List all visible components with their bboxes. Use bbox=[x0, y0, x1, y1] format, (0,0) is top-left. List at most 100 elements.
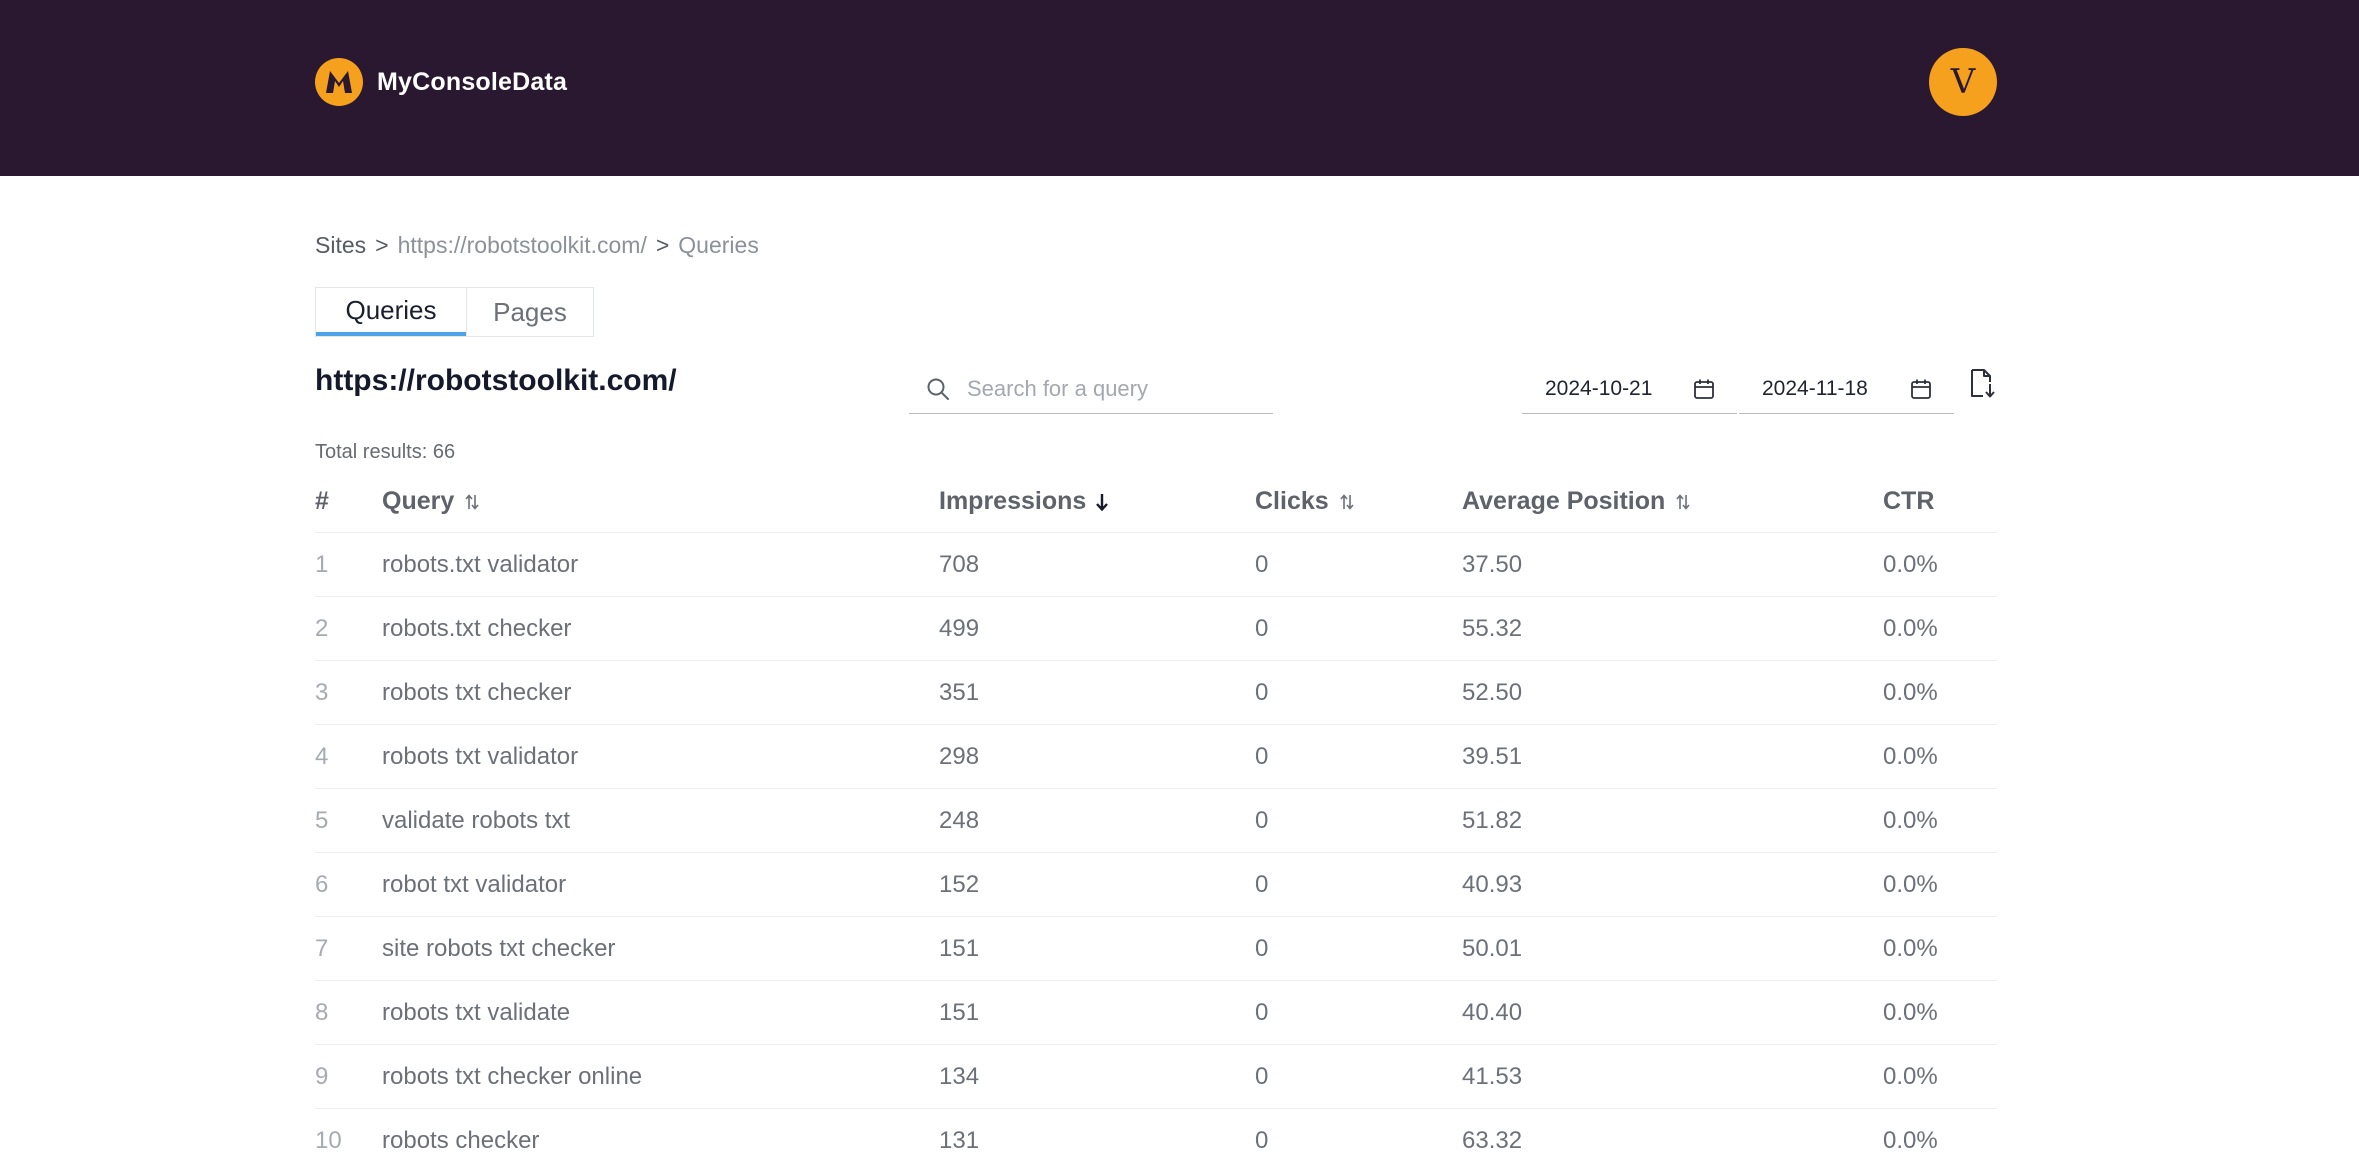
row-clicks: 0 bbox=[1255, 1062, 1269, 1090]
column-header-clicks[interactable]: Clicks bbox=[1255, 471, 1355, 532]
row-query: validate robots txt bbox=[382, 806, 571, 834]
row-number: 5 bbox=[315, 806, 329, 834]
calendar-icon[interactable] bbox=[1910, 378, 1932, 400]
row-number: 10 bbox=[315, 1126, 342, 1154]
row-ctr: 0.0% bbox=[1883, 1062, 1938, 1090]
row-impressions: 351 bbox=[939, 678, 980, 706]
total-results: Total results: 66 bbox=[315, 441, 456, 463]
row-clicks: 0 bbox=[1255, 806, 1269, 834]
tab-queries[interactable]: Queries bbox=[316, 288, 466, 336]
top-bar: MyConsoleData V bbox=[0, 0, 2359, 176]
row-query: robots checker bbox=[382, 1126, 540, 1154]
sort-icon[interactable] bbox=[1675, 493, 1691, 511]
row-ctr: 0.0% bbox=[1883, 1126, 1938, 1154]
row-clicks: 0 bbox=[1255, 678, 1269, 706]
row-number: 6 bbox=[315, 870, 329, 898]
row-impressions: 499 bbox=[939, 614, 980, 642]
column-header-query[interactable]: Query bbox=[382, 471, 480, 532]
breadcrumb-separator: > bbox=[655, 232, 670, 258]
table-row[interactable]: 1 robots.txt validator 708 0 37.50 0.0% bbox=[315, 533, 1997, 597]
breadcrumb: Sites > https://robotstoolkit.com/ > Que… bbox=[315, 232, 759, 259]
row-average-position: 63.32 bbox=[1462, 1126, 1523, 1154]
row-number: 7 bbox=[315, 934, 329, 962]
row-number: 2 bbox=[315, 614, 329, 642]
row-number: 3 bbox=[315, 678, 329, 706]
row-query: robot txt validator bbox=[382, 870, 567, 898]
site-title: https://robotstoolkit.com/ bbox=[315, 364, 677, 397]
view-tabs: Queries Pages bbox=[315, 287, 594, 337]
column-header-impressions[interactable]: Impressions bbox=[939, 471, 1110, 532]
column-header-average-position[interactable]: Average Position bbox=[1462, 471, 1691, 532]
calendar-icon[interactable] bbox=[1693, 378, 1715, 400]
row-clicks: 0 bbox=[1255, 1126, 1269, 1154]
row-ctr: 0.0% bbox=[1883, 998, 1938, 1026]
row-ctr: 0.0% bbox=[1883, 678, 1938, 706]
logo-icon bbox=[315, 58, 363, 106]
table-row[interactable]: 6 robot txt validator 152 0 40.93 0.0% bbox=[315, 853, 1997, 917]
row-clicks: 0 bbox=[1255, 934, 1269, 962]
column-header-average-position-label: Average Position bbox=[1462, 487, 1666, 515]
row-average-position: 40.40 bbox=[1462, 998, 1523, 1026]
row-ctr: 0.0% bbox=[1883, 806, 1938, 834]
logo-m-glyph bbox=[326, 71, 352, 93]
sort-icon[interactable] bbox=[464, 493, 480, 511]
row-query: robots txt checker bbox=[382, 678, 572, 706]
start-date-field[interactable]: 2024-10-21 bbox=[1522, 364, 1737, 414]
table-header: # Query Impressions Clicks Average Posit… bbox=[315, 471, 1997, 533]
row-ctr: 0.0% bbox=[1883, 614, 1938, 642]
column-header-number: # bbox=[315, 487, 329, 515]
user-avatar[interactable]: V bbox=[1929, 48, 1997, 116]
row-impressions: 152 bbox=[939, 870, 980, 898]
row-ctr: 0.0% bbox=[1883, 550, 1938, 578]
table-row[interactable]: 10 robots checker 131 0 63.32 0.0% bbox=[315, 1109, 1997, 1161]
row-number: 4 bbox=[315, 742, 329, 770]
row-clicks: 0 bbox=[1255, 998, 1269, 1026]
row-impressions: 708 bbox=[939, 550, 980, 578]
table-row[interactable]: 7 site robots txt checker 151 0 50.01 0.… bbox=[315, 917, 1997, 981]
sort-descending-icon[interactable] bbox=[1094, 492, 1110, 512]
row-ctr: 0.0% bbox=[1883, 870, 1938, 898]
row-clicks: 0 bbox=[1255, 550, 1269, 578]
table-row[interactable]: 4 robots txt validator 298 0 39.51 0.0% bbox=[315, 725, 1997, 789]
table-row[interactable]: 8 robots txt validate 151 0 40.40 0.0% bbox=[315, 981, 1997, 1045]
table-row[interactable]: 3 robots txt checker 351 0 52.50 0.0% bbox=[315, 661, 1997, 725]
row-average-position: 40.93 bbox=[1462, 870, 1523, 898]
breadcrumb-separator: > bbox=[375, 232, 389, 258]
search-box bbox=[909, 364, 1273, 414]
row-impressions: 131 bbox=[939, 1126, 980, 1154]
row-average-position: 41.53 bbox=[1462, 1062, 1523, 1090]
breadcrumb-sites[interactable]: Sites bbox=[315, 232, 366, 259]
row-average-position: 52.50 bbox=[1462, 678, 1523, 706]
table-row[interactable]: 2 robots.txt checker 499 0 55.32 0.0% bbox=[315, 597, 1997, 661]
brand[interactable]: MyConsoleData bbox=[315, 58, 567, 106]
breadcrumb-site[interactable]: https://robotstoolkit.com/ bbox=[398, 232, 647, 259]
app-name: MyConsoleData bbox=[377, 67, 568, 96]
table-row[interactable]: 9 robots txt checker online 134 0 41.53 … bbox=[315, 1045, 1997, 1109]
column-header-impressions-label: Impressions bbox=[939, 487, 1087, 515]
row-average-position: 37.50 bbox=[1462, 550, 1523, 578]
row-average-position: 50.01 bbox=[1462, 934, 1523, 962]
row-ctr: 0.0% bbox=[1883, 742, 1938, 770]
queries-table: # Query Impressions Clicks Average Posit… bbox=[315, 471, 1997, 1161]
column-header-query-label: Query bbox=[382, 487, 455, 515]
row-number: 9 bbox=[315, 1062, 329, 1090]
row-clicks: 0 bbox=[1255, 870, 1269, 898]
row-clicks: 0 bbox=[1255, 742, 1269, 770]
row-impressions: 151 bbox=[939, 998, 980, 1026]
search-icon bbox=[927, 378, 949, 400]
row-query: robots.txt checker bbox=[382, 614, 572, 642]
column-header-ctr: CTR bbox=[1883, 487, 1935, 515]
column-header-clicks-label: Clicks bbox=[1255, 487, 1329, 515]
end-date-field[interactable]: 2024-11-18 bbox=[1739, 364, 1954, 414]
table-row[interactable]: 5 validate robots txt 248 0 51.82 0.0% bbox=[315, 789, 1997, 853]
breadcrumb-current: Queries bbox=[678, 232, 759, 258]
export-file-icon[interactable] bbox=[1969, 368, 1997, 400]
tab-pages[interactable]: Pages bbox=[466, 288, 593, 336]
row-average-position: 51.82 bbox=[1462, 806, 1523, 834]
search-input[interactable] bbox=[967, 375, 1257, 402]
row-number: 8 bbox=[315, 998, 329, 1026]
sort-icon[interactable] bbox=[1339, 493, 1355, 511]
row-number: 1 bbox=[315, 550, 329, 578]
row-query: robots.txt validator bbox=[382, 550, 579, 578]
row-impressions: 248 bbox=[939, 806, 980, 834]
